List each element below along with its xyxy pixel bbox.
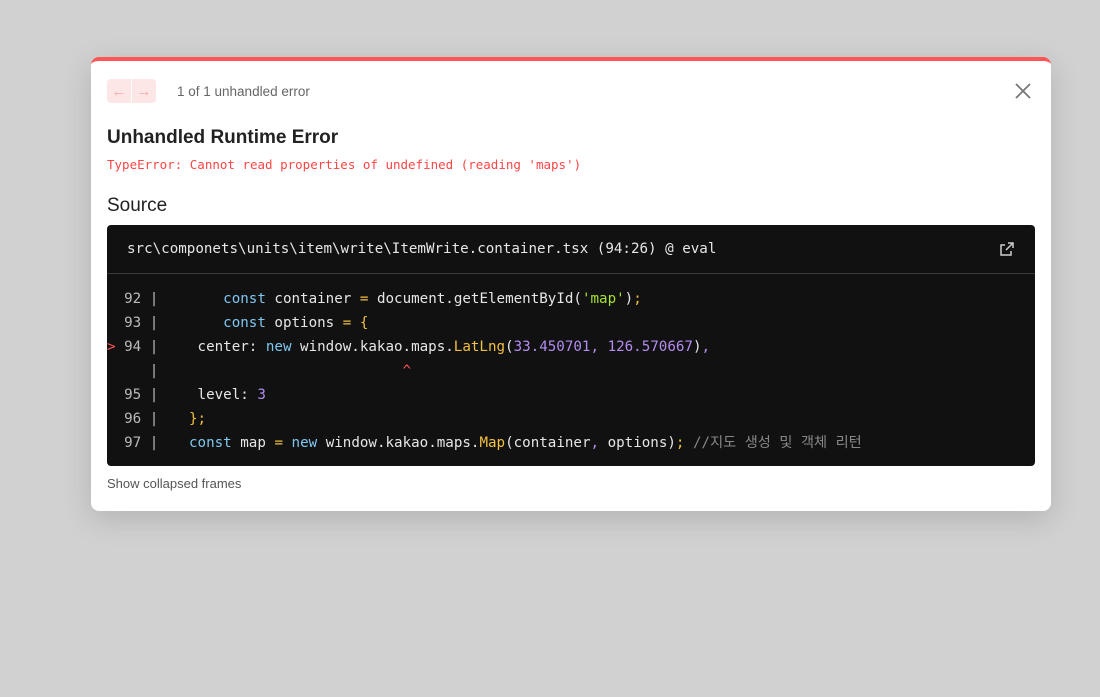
open-in-editor-icon[interactable] [999, 241, 1015, 257]
line-number: | [107, 363, 167, 379]
source-file-header[interactable]: src\componets\units\item\write\ItemWrite… [107, 225, 1035, 274]
source-code-lines: 92 | const container = document.getEleme… [107, 274, 1035, 455]
source-file-path: src\componets\units\item\write\ItemWrite… [127, 241, 717, 257]
line-code: center: new window.kakao.maps.LatLng(33.… [189, 339, 711, 355]
line-number: 93 | [107, 315, 167, 331]
line-number: 95 | [107, 387, 167, 403]
show-collapsed-frames-button[interactable]: Show collapsed frames [107, 476, 241, 491]
code-line: 96 | }; [107, 407, 1035, 431]
error-message: TypeError: Cannot read properties of und… [107, 157, 582, 172]
line-number: 97 | [107, 435, 167, 451]
line-code: }; [189, 411, 207, 427]
close-button[interactable] [1013, 81, 1033, 101]
code-line: 93 | const options = { [107, 311, 1035, 335]
error-line-marker-icon: > [107, 339, 116, 355]
code-line-error: > 94 | center: new window.kakao.maps.Lat… [107, 335, 1035, 359]
error-navigation: ← → 1 of 1 unhandled error [107, 79, 310, 103]
line-code: const map = new window.kakao.maps.Map(co… [189, 435, 862, 451]
line-code: const container = document.getElementByI… [223, 291, 642, 307]
line-number: > 94 | [107, 339, 167, 355]
previous-error-button[interactable]: ← [107, 79, 131, 103]
line-number: 96 | [107, 411, 167, 427]
source-heading: Source [107, 195, 168, 216]
code-line: 92 | const container = document.getEleme… [107, 287, 1035, 311]
code-line-caret: | ^ [107, 359, 1035, 383]
code-line: 97 | const map = new window.kakao.maps.M… [107, 431, 1035, 455]
next-error-button[interactable]: → [132, 79, 156, 103]
source-code-frame: src\componets\units\item\write\ItemWrite… [107, 225, 1035, 466]
line-code: level: 3 [189, 387, 266, 403]
error-overlay-dialog: ← → 1 of 1 unhandled error Unhandled Run… [91, 57, 1051, 511]
arrow-right-icon: → [136, 82, 152, 100]
error-caret: ^ [189, 363, 412, 379]
code-line: 95 | level: 3 [107, 383, 1035, 407]
error-count: 1 of 1 unhandled error [177, 83, 310, 99]
line-number: 92 | [107, 291, 167, 307]
line-code: const options = { [223, 315, 369, 331]
close-icon [1015, 83, 1031, 99]
arrow-left-icon: ← [111, 82, 127, 100]
error-title: Unhandled Runtime Error [107, 127, 339, 148]
